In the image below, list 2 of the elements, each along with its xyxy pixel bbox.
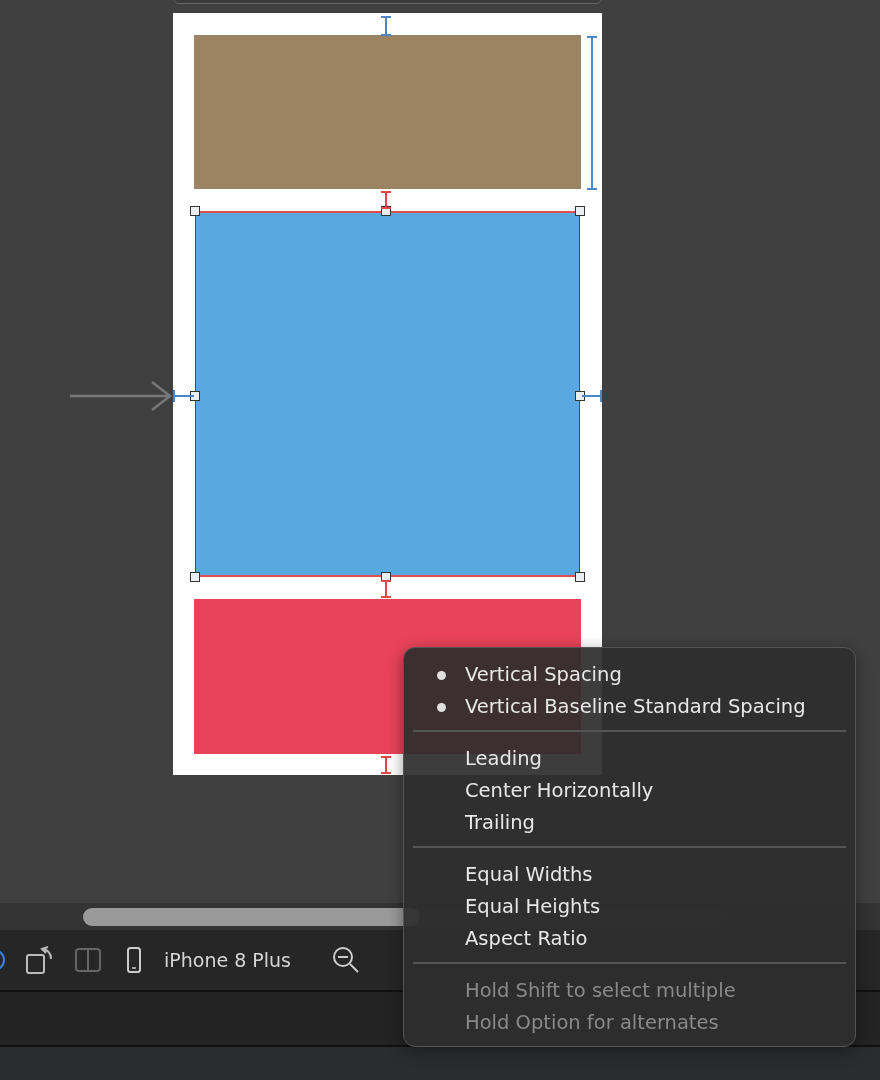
menu-item: Hold Shift to select multiple <box>464 977 737 1004</box>
menu-item: Hold Option for alternates <box>464 1009 720 1036</box>
